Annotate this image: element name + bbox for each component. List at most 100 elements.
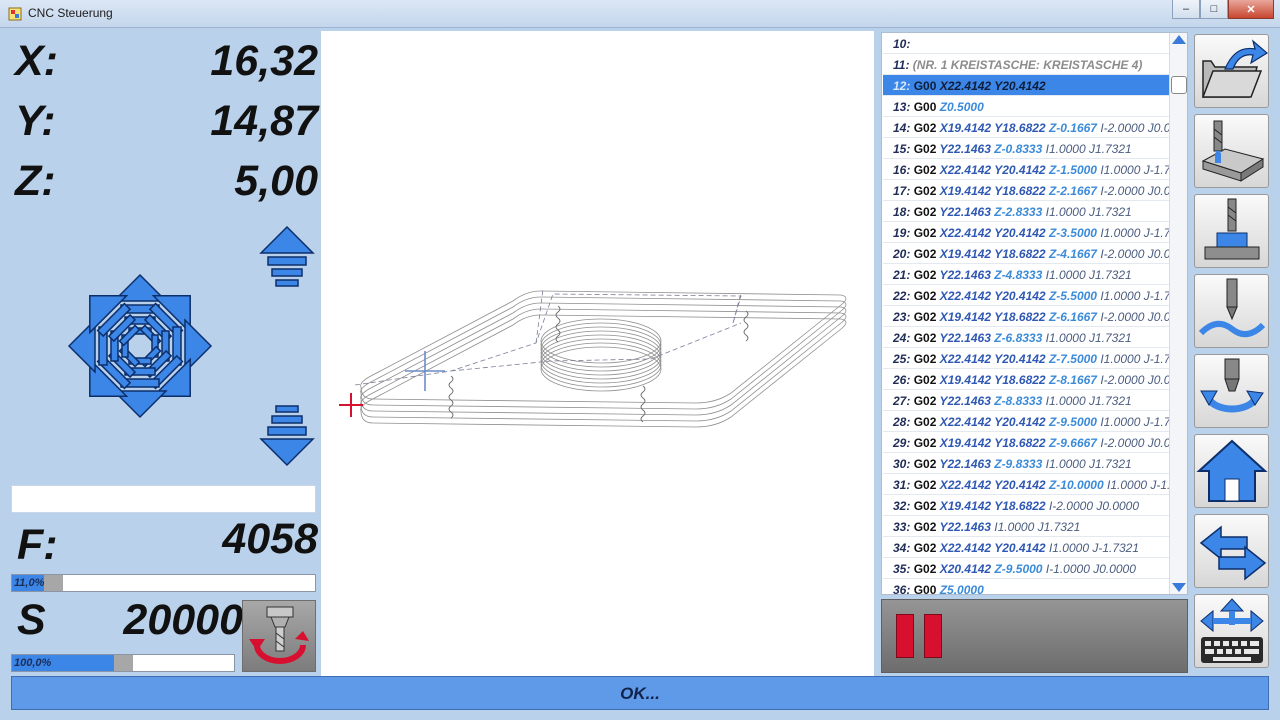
gcode-line[interactable]: 15: G02 Y22.1463 Z-0.8333 I1.0000 J1.732… (883, 138, 1169, 159)
position-panel: X: 16,32 Y: 14,87 Z: 5,00 F: 4058 11,0% … (7, 31, 320, 676)
keyboard-move-button[interactable] (1194, 594, 1269, 668)
feed-override-slider[interactable]: 11,0% (11, 574, 316, 592)
gcode-parameter: Z-7.5000 (1048, 352, 1097, 366)
scroll-up-icon[interactable] (1172, 35, 1186, 44)
gcode-line[interactable]: 21: G02 Y22.1463 Z-4.8333 I1.0000 J1.732… (883, 264, 1169, 285)
toolpath-drawing (339, 288, 847, 428)
gcode-line[interactable]: 28: G02 X22.4142 Y20.4142 Z-9.5000 I1.00… (883, 411, 1169, 432)
gcode-parameter: X19.4142 Y18.6822 (939, 184, 1046, 198)
open-file-button[interactable] (1194, 34, 1269, 108)
gcode-parameter: X22.4142 Y20.4142 (939, 478, 1046, 492)
mill-workpiece-button[interactable] (1194, 114, 1269, 188)
axis-z-value: 5,00 (234, 157, 318, 205)
gcode-parameter: Y22.1463 (939, 520, 991, 534)
feed-value: 4058 (222, 515, 318, 563)
gcode-line[interactable]: 29: G02 X19.4142 Y18.6822 Z-9.6667 I-2.0… (883, 432, 1169, 453)
home-icon (1196, 439, 1268, 502)
pause-button[interactable] (881, 599, 1188, 673)
gcode-line[interactable]: 24: G02 Y22.1463 Z-6.8333 I1.0000 J1.732… (883, 327, 1169, 348)
gcode-parameter: I1.0000 J1.7321 (1045, 268, 1132, 282)
gcode-line[interactable]: 14: G02 X19.4142 Y18.6822 Z-0.1667 I-2.0… (883, 117, 1169, 138)
gcode-line-number: 16: (893, 163, 911, 177)
gcode-line[interactable]: 22: G02 X22.4142 Y20.4142 Z-5.5000 I1.00… (883, 285, 1169, 306)
spindle-toggle-button[interactable] (242, 600, 316, 672)
gcode-line[interactable]: 26: G02 X19.4142 Y18.6822 Z-8.1667 I-2.0… (883, 369, 1169, 390)
gcode-line[interactable]: 32: G02 X19.4142 Y18.6822 I-2.0000 J0.00… (883, 495, 1169, 516)
tool-change-button[interactable] (1194, 354, 1269, 428)
gcode-parameter: X20.4142 (939, 562, 992, 576)
gcode-line[interactable]: 34: G02 X22.4142 Y20.4142 I1.0000 J-1.73… (883, 537, 1169, 558)
gcode-parameter: I1.0000 J1.7321 (1045, 331, 1132, 345)
gcode-command: G02 (913, 310, 937, 324)
gcode-line[interactable]: 31: G02 X22.4142 Y20.4142 Z-10.0000 I1.0… (883, 474, 1169, 495)
gcode-scrollbar[interactable] (1169, 33, 1187, 594)
maximize-button[interactable]: □ (1200, 0, 1228, 19)
gcode-parameter: Z5.0000 (939, 583, 984, 595)
gcode-parameter: Y22.1463 (939, 394, 991, 408)
feed-label: F: (17, 521, 58, 569)
gcode-line[interactable]: 10: (883, 33, 1169, 54)
gcode-line[interactable]: 13: G00 Z0.5000 (883, 96, 1169, 117)
gcode-command: G00 (913, 100, 937, 114)
close-button[interactable]: ✕ (1228, 0, 1274, 19)
gcode-parameter: I1.0000 J-1.7321 (1100, 226, 1169, 240)
feed-override-thumb[interactable] (43, 575, 64, 591)
gcode-line[interactable]: 30: G02 Y22.1463 Z-9.8333 I1.0000 J1.732… (883, 453, 1169, 474)
gcode-line[interactable]: 36: G00 Z5.0000 (883, 579, 1169, 595)
gcode-parameter: Y22.1463 (939, 457, 991, 471)
swap-button[interactable] (1194, 514, 1269, 588)
gcode-line[interactable]: 16: G02 X22.4142 Y20.4142 Z-1.5000 I1.00… (883, 159, 1169, 180)
spindle-override-thumb[interactable] (113, 655, 133, 671)
spindle-override-slider[interactable]: 100,0% (11, 654, 235, 672)
gcode-parameter: Y22.1463 (939, 205, 991, 219)
spindle-rotate-icon (249, 606, 309, 664)
gcode-parameter: Z-9.5000 (994, 562, 1043, 576)
gcode-line[interactable]: 23: G02 X19.4142 Y18.6822 Z-6.1667 I-2.0… (883, 306, 1169, 327)
gcode-command: G02 (913, 520, 937, 534)
gcode-line-number: 26: (893, 373, 911, 387)
gcode-line[interactable]: 35: G02 X20.4142 Z-9.5000 I-1.0000 J0.00… (883, 558, 1169, 579)
gcode-parameter: Z-0.8333 (994, 142, 1043, 156)
gcode-line-number: 22: (893, 289, 911, 303)
jog-z-up-arrow[interactable] (260, 226, 314, 287)
scroll-down-icon[interactable] (1172, 583, 1186, 592)
gcode-command: G00 (913, 79, 937, 93)
surface-scan-button[interactable] (1194, 274, 1269, 348)
feed-readout: F: 4058 (13, 515, 318, 569)
gcode-command: G02 (913, 205, 937, 219)
gcode-command: G02 (913, 436, 937, 450)
gcode-line[interactable]: 12: G00 X22.4142 Y20.4142 (883, 75, 1169, 96)
gcode-line[interactable]: 19: G02 X22.4142 Y20.4142 Z-3.5000 I1.00… (883, 222, 1169, 243)
jog-z-down-arrow[interactable] (260, 405, 314, 466)
gcode-parameter: I1.0000 J-1.7321 (1048, 541, 1140, 555)
gcode-parameter: Z-2.1667 (1048, 184, 1097, 198)
spindle-label: S (17, 596, 46, 644)
gcode-command: G02 (913, 268, 937, 282)
spindle-readout: S 20000 (13, 596, 243, 646)
gcode-parameter: X22.4142 Y20.4142 (939, 415, 1046, 429)
gcode-parameter: Z-4.8333 (994, 268, 1043, 282)
gcode-parameter: Z-1.5000 (1048, 163, 1097, 177)
gcode-line[interactable]: 33: G02 Y22.1463 I1.0000 J1.7321 (883, 516, 1169, 537)
gcode-parameter: X19.4142 Y18.6822 (939, 436, 1046, 450)
gcode-line[interactable]: 27: G02 Y22.1463 Z-8.8333 I1.0000 J1.732… (883, 390, 1169, 411)
tool-probe-button[interactable] (1194, 194, 1269, 268)
milling-workpiece-icon (1201, 120, 1265, 182)
gcode-line[interactable]: 20: G02 X19.4142 Y18.6822 Z-4.1667 I-2.0… (883, 243, 1169, 264)
minimize-button[interactable]: – (1172, 0, 1200, 19)
gcode-line[interactable]: 17: G02 X19.4142 Y18.6822 Z-2.1667 I-2.0… (883, 180, 1169, 201)
gcode-line-number: 10: (893, 37, 911, 51)
gcode-line[interactable]: 25: G02 X22.4142 Y20.4142 Z-7.5000 I1.00… (883, 348, 1169, 369)
gcode-parameter: Z-9.6667 (1048, 436, 1097, 450)
gcode-line-number: 14: (893, 121, 911, 135)
gcode-command: G02 (913, 184, 937, 198)
keyboard-move-icon (1200, 598, 1264, 663)
gcode-line[interactable]: 18: G02 Y22.1463 Z-2.8333 I1.0000 J1.732… (883, 201, 1169, 222)
gcode-line[interactable]: 11: (NR. 1 KREISTASCHE: KREISTASCHE 4) (883, 54, 1169, 75)
gcode-list[interactable]: 10: 11: (NR. 1 KREISTASCHE: KREISTASCHE 4… (881, 32, 1188, 595)
gcode-command: G02 (913, 457, 937, 471)
scroll-thumb[interactable] (1171, 76, 1187, 94)
gcode-parameter: I1.0000 J-1.7321 (1107, 478, 1169, 492)
home-button[interactable] (1194, 434, 1269, 508)
toolpath-view[interactable] (321, 31, 874, 676)
